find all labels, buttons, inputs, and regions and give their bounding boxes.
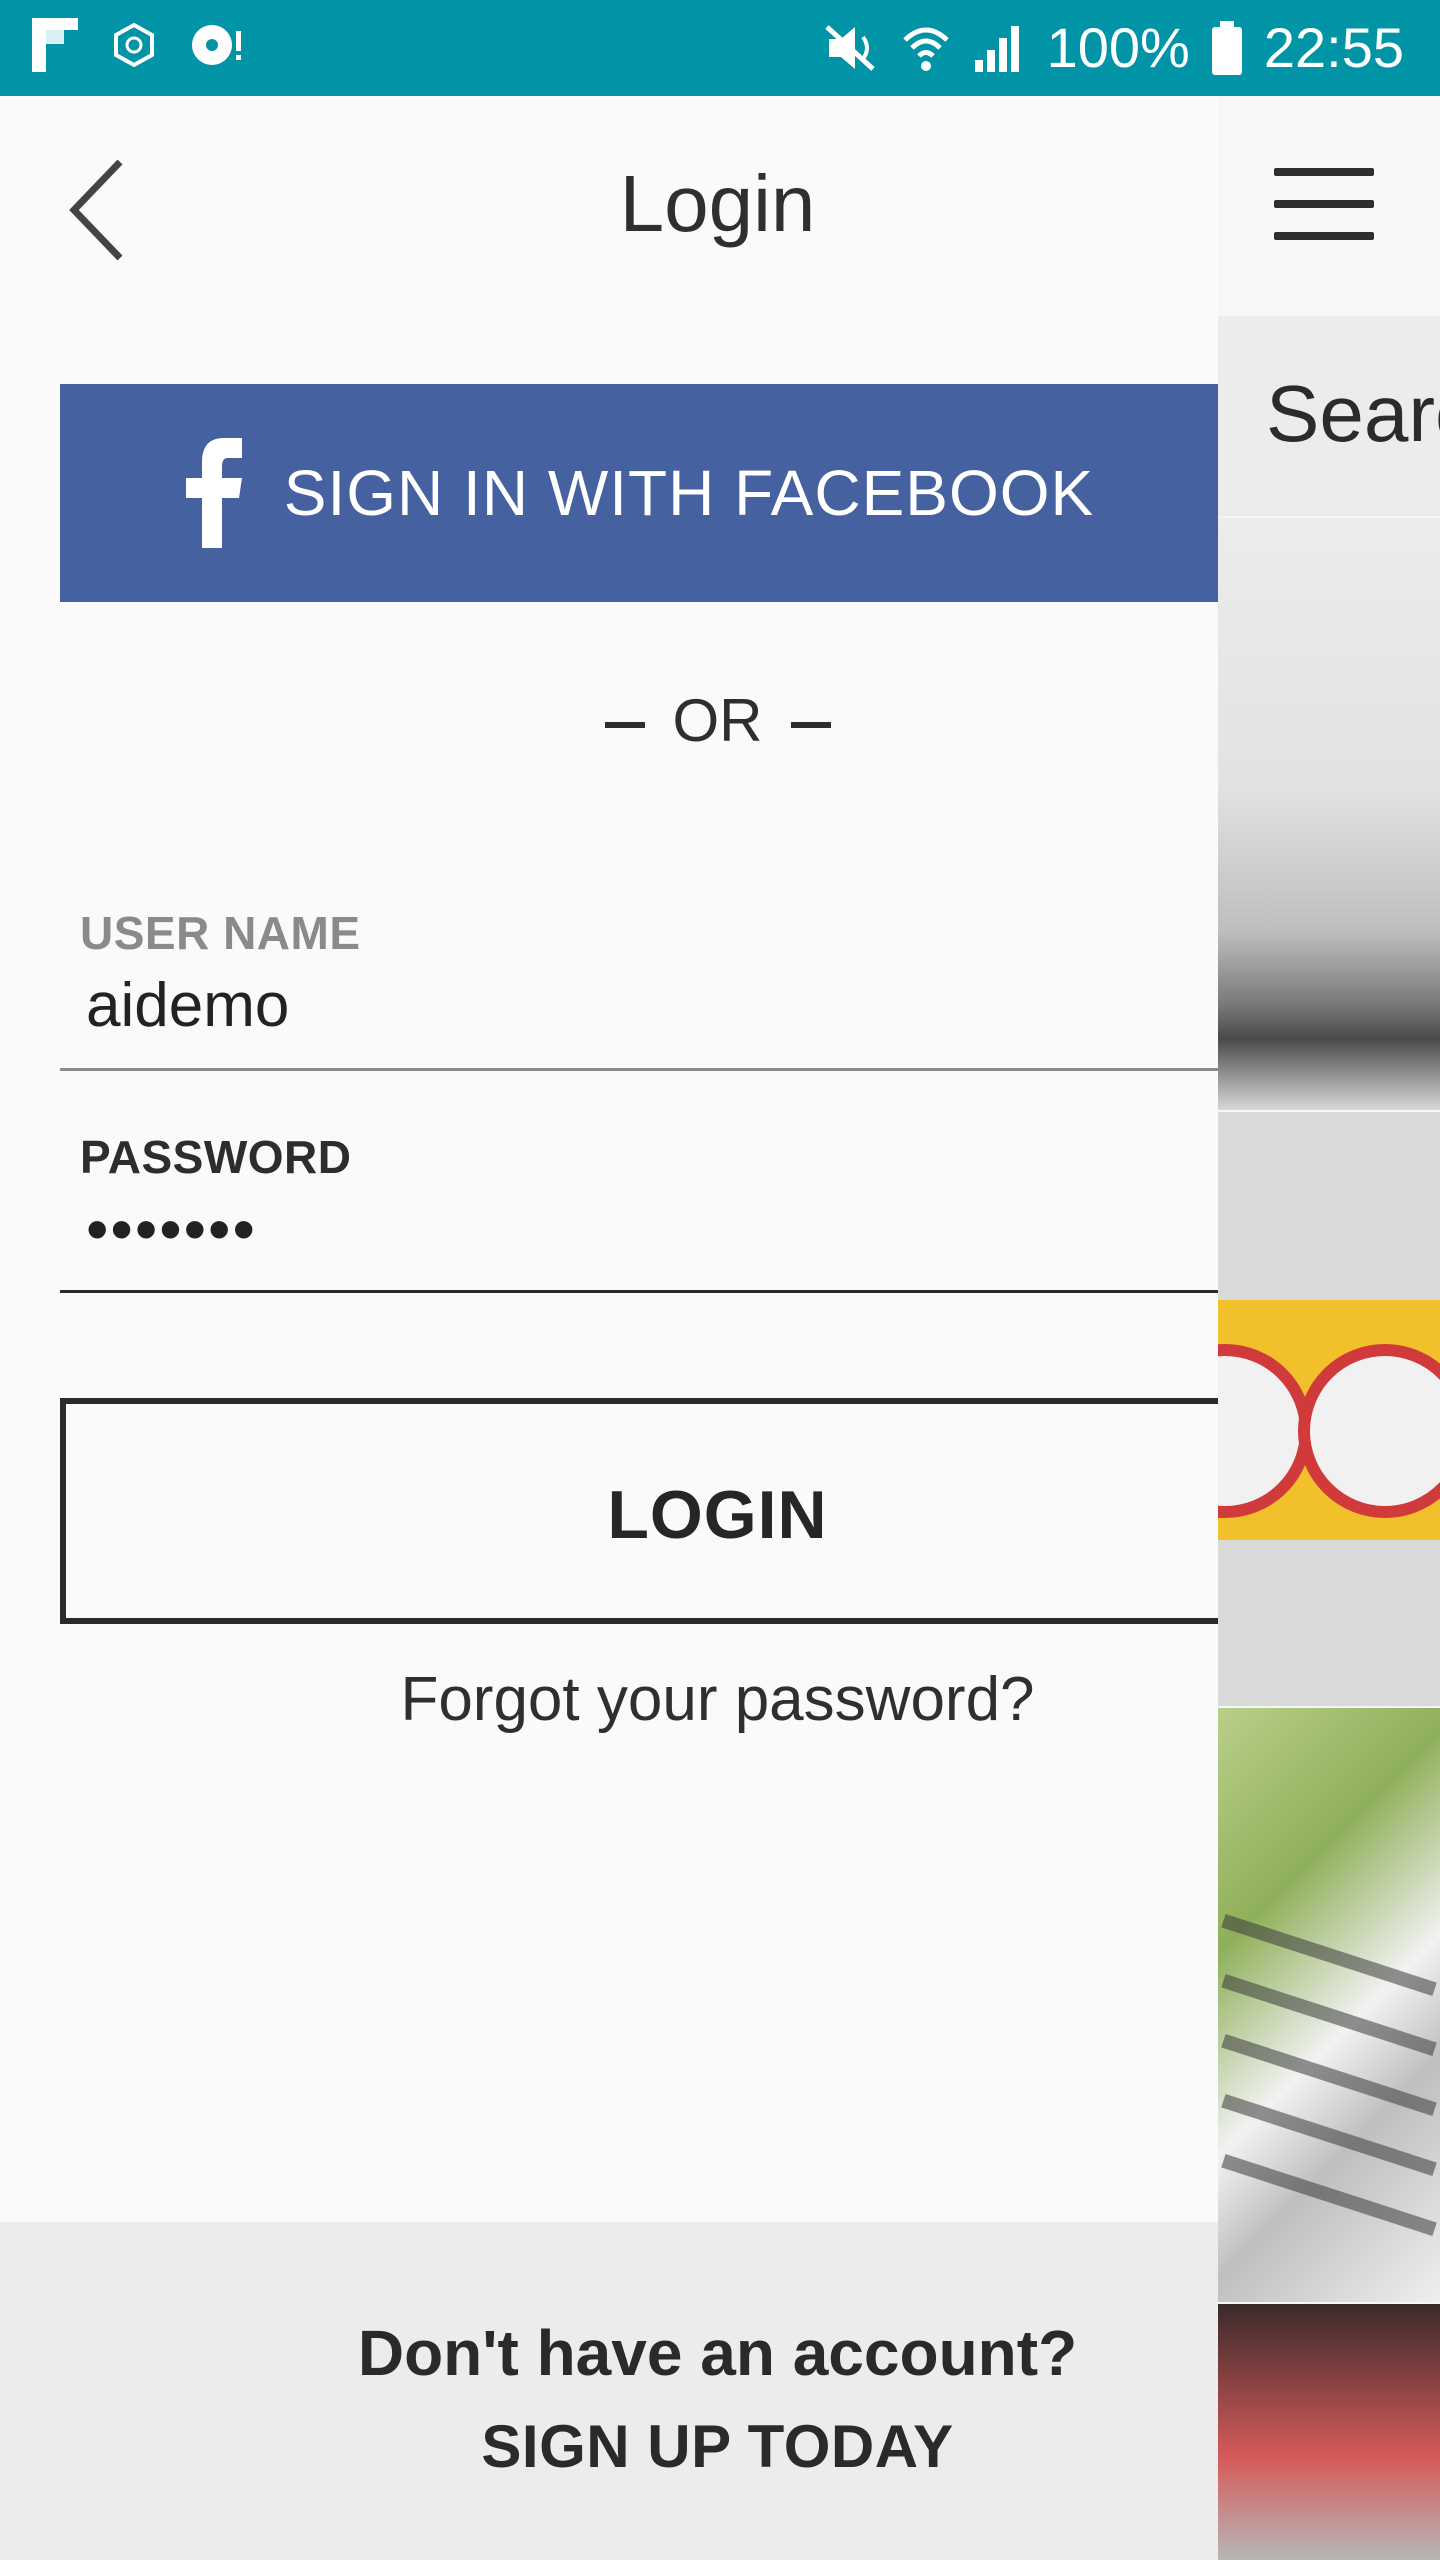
notification-icons — [32, 18, 246, 72]
no-account-text: Don't have an account? — [357, 2317, 1078, 2389]
app-bar: Login — [0, 96, 1218, 320]
signup-footer — [0, 2222, 1218, 2560]
facebook-icon — [185, 438, 242, 548]
search-bar[interactable]: Searc — [1218, 316, 1440, 516]
signal-icon — [974, 26, 1019, 72]
page-title: Login — [619, 159, 816, 248]
content-image[interactable] — [1218, 1112, 1440, 1706]
divider-line — [790, 722, 831, 729]
username-underline — [60, 1068, 1218, 1071]
battery-percent: 100% — [1046, 16, 1190, 79]
password-field[interactable]: ••••••• — [86, 1192, 257, 1266]
content-image[interactable] — [1218, 518, 1440, 1110]
system-status-icons: 100% 22:55 — [823, 14, 1404, 82]
flipboard-icon — [32, 18, 78, 72]
password-label: PASSWORD — [80, 1131, 352, 1183]
status-bar: 100% 22:55 — [0, 0, 1440, 96]
divider-line — [604, 722, 645, 729]
clock: 22:55 — [1263, 16, 1404, 79]
wifi-icon — [902, 27, 949, 71]
background-header — [1218, 96, 1440, 316]
login-button-label: LOGIN — [607, 1477, 828, 1553]
or-divider: OR — [0, 686, 1218, 755]
content-image[interactable] — [1218, 2304, 1440, 2560]
facebook-button-label: SIGN IN WITH FACEBOOK — [283, 457, 1095, 529]
search-placeholder: Searc — [1266, 369, 1440, 458]
menu-icon[interactable] — [1274, 168, 1374, 240]
signup-link[interactable]: SIGN UP TODAY — [0, 2412, 1218, 2481]
app-hexagon-icon — [114, 23, 154, 67]
forgot-password-link[interactable]: Forgot your password? — [0, 1664, 1218, 1735]
or-label: OR — [672, 687, 763, 754]
mute-icon — [824, 25, 875, 71]
content-image[interactable] — [1218, 1708, 1440, 2302]
username-field[interactable]: aidemo — [86, 970, 289, 1041]
background-page: Searc — [1218, 96, 1440, 2560]
password-underline — [60, 1290, 1218, 1293]
facebook-signin-button[interactable]: SIGN IN WITH FACEBOOK — [60, 384, 1218, 602]
battery-icon — [1211, 21, 1242, 75]
username-label: USER NAME — [80, 907, 361, 959]
music-notification-icon — [192, 25, 241, 65]
login-panel: Login SIGN IN WITH FACEBOOK OR USER NAME… — [0, 96, 1218, 2560]
